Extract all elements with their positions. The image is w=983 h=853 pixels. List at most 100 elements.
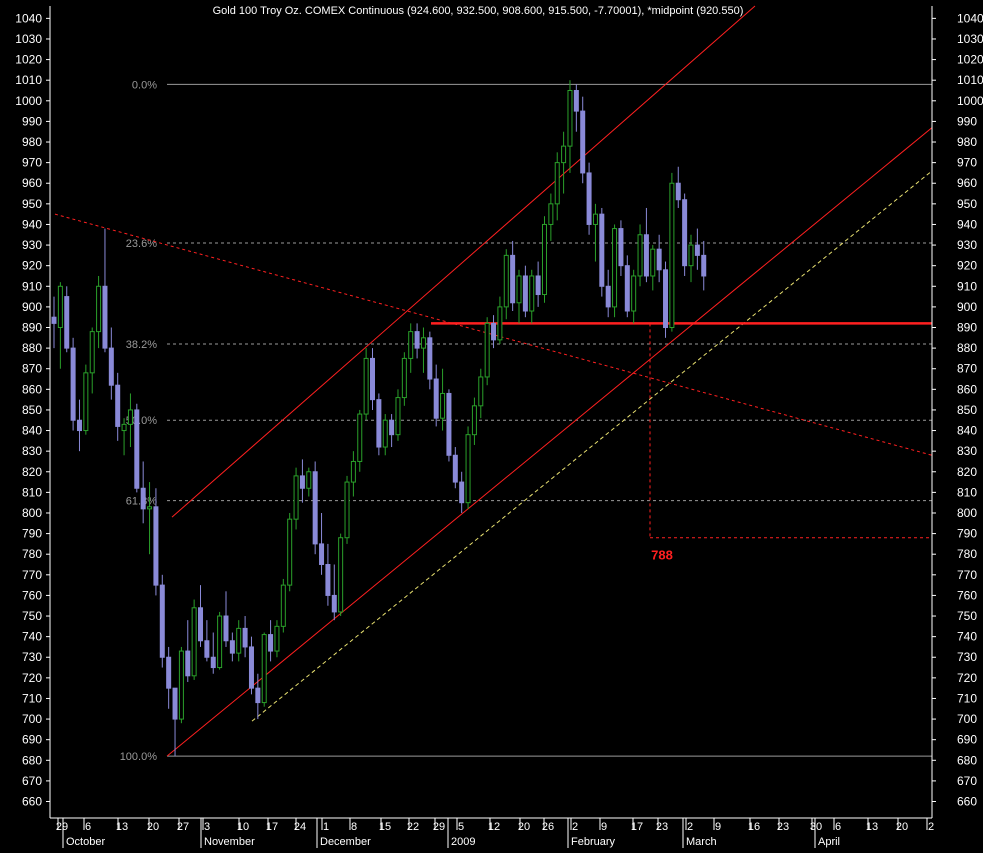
chart-svg: 0.0%23.6%38.2%50.0%61.8%100.0% 788 66066…	[0, 0, 983, 848]
candle-body	[210, 656, 216, 669]
candle-body	[89, 331, 95, 374]
y-tick-label-right: 1010	[957, 73, 983, 87]
candle-body	[166, 656, 172, 689]
candle-body	[268, 634, 274, 652]
candle-body	[255, 687, 261, 704]
x-tick-label: 20	[896, 821, 908, 833]
y-tick-label-left: 770	[22, 568, 42, 582]
candle-body	[624, 265, 630, 312]
y-tick-label-right: 790	[957, 527, 977, 541]
x-tick-label: 8	[351, 821, 357, 833]
candle-body	[618, 228, 624, 267]
candle-body	[344, 481, 350, 539]
candle-body	[127, 409, 133, 425]
candle-body	[459, 481, 465, 504]
y-tick-label-right: 910	[957, 279, 977, 293]
x-tick-label: 2	[687, 821, 693, 833]
candle-body	[414, 331, 420, 349]
y-tick-label-left: 780	[22, 547, 42, 561]
y-tick-label-right: 1040	[957, 11, 983, 25]
candle-body	[57, 285, 63, 329]
y-tick-label-left: 950	[22, 197, 42, 211]
y-tick-label-left: 700	[22, 712, 42, 726]
candle-body	[510, 254, 516, 304]
y-tick-label-right: 930	[957, 238, 977, 252]
y-tick-label-left: 980	[22, 135, 42, 149]
candle-body	[554, 162, 560, 205]
x-month-label: February	[571, 836, 616, 848]
y-tick-label-left: 660	[22, 795, 42, 809]
y-tick-label-right: 830	[957, 444, 977, 458]
candle-body	[102, 285, 108, 349]
y-tick-label-left: 830	[22, 444, 42, 458]
fib-label: 0.0%	[132, 79, 157, 91]
candle-body	[185, 650, 191, 677]
candle-body	[287, 518, 293, 586]
candle-body	[389, 419, 395, 436]
candle-body	[491, 322, 497, 341]
y-tick-label-right: 750	[957, 609, 977, 623]
y-tick-label-right: 840	[957, 424, 977, 438]
y-tick-label-right: 770	[957, 568, 977, 582]
candle-body	[70, 347, 76, 421]
candle-body	[376, 399, 382, 448]
y-tick-label-right: 870	[957, 362, 977, 376]
x-tick-label: 13	[116, 821, 128, 833]
x-tick-label: 12	[488, 821, 500, 833]
y-tick-label-left: 740	[22, 630, 42, 644]
y-tick-label-left: 880	[22, 341, 42, 355]
candle-body	[478, 376, 484, 407]
y-tick-label-left: 710	[22, 691, 42, 705]
x-tick-label: 16	[748, 821, 760, 833]
candle-body	[599, 213, 605, 287]
y-tick-label-right: 960	[957, 176, 977, 190]
fib-label: 100.0%	[120, 751, 158, 763]
y-tick-label-left: 960	[22, 176, 42, 190]
candle-body	[306, 471, 312, 489]
y-tick-label-right: 760	[957, 588, 977, 602]
candle-body	[561, 145, 567, 164]
y-tick-label-left: 800	[22, 506, 42, 520]
x-month-label: March	[686, 836, 717, 848]
y-tick-label-left: 1020	[15, 53, 42, 67]
y-tick-label-right: 810	[957, 485, 977, 499]
y-tick-label-left: 730	[22, 650, 42, 664]
y-tick-label-left: 990	[22, 114, 42, 128]
candle-body	[64, 296, 70, 349]
y-tick-label-left: 850	[22, 403, 42, 417]
candle-body	[573, 89, 579, 112]
candlestick-chart: 0.0%23.6%38.2%50.0%61.8%100.0% 788 66066…	[0, 0, 983, 848]
y-tick-label-right: 880	[957, 341, 977, 355]
candle-body	[682, 199, 688, 267]
y-tick-label-right: 940	[957, 217, 977, 231]
y-tick-label-right: 1030	[957, 32, 983, 46]
y-tick-label-right: 720	[957, 671, 977, 685]
chart-title: Gold 100 Troy Oz. COMEX Continuous (924.…	[213, 5, 744, 17]
candle-body	[121, 423, 127, 432]
y-tick-label-left: 920	[22, 259, 42, 273]
candle-body	[319, 543, 325, 566]
candle-body	[261, 634, 267, 704]
candle-body	[363, 357, 369, 415]
x-tick-label: 26	[542, 821, 554, 833]
candle-body	[96, 285, 102, 333]
candle-body	[401, 357, 407, 399]
x-tick-label: 17	[266, 821, 278, 833]
x-tick-label: 29	[433, 821, 445, 833]
candle-body	[204, 640, 210, 658]
candle-body	[541, 223, 547, 296]
x-tick-label: 17	[631, 821, 643, 833]
x-tick-label: 13	[866, 821, 878, 833]
y-tick-label-right: 780	[957, 547, 977, 561]
candle-body	[465, 434, 471, 504]
x-tick-label: 6	[85, 821, 91, 833]
y-tick-label-right: 900	[957, 300, 977, 314]
x-month-label: 2009	[451, 836, 475, 848]
candle-body	[440, 392, 446, 419]
y-tick-label-right: 690	[957, 733, 977, 747]
candle-body	[217, 615, 223, 669]
y-tick-label-left: 680	[22, 753, 42, 767]
candle-body	[76, 419, 82, 432]
y-tick-label-right: 890	[957, 321, 977, 335]
x-month-label: October	[66, 836, 105, 848]
